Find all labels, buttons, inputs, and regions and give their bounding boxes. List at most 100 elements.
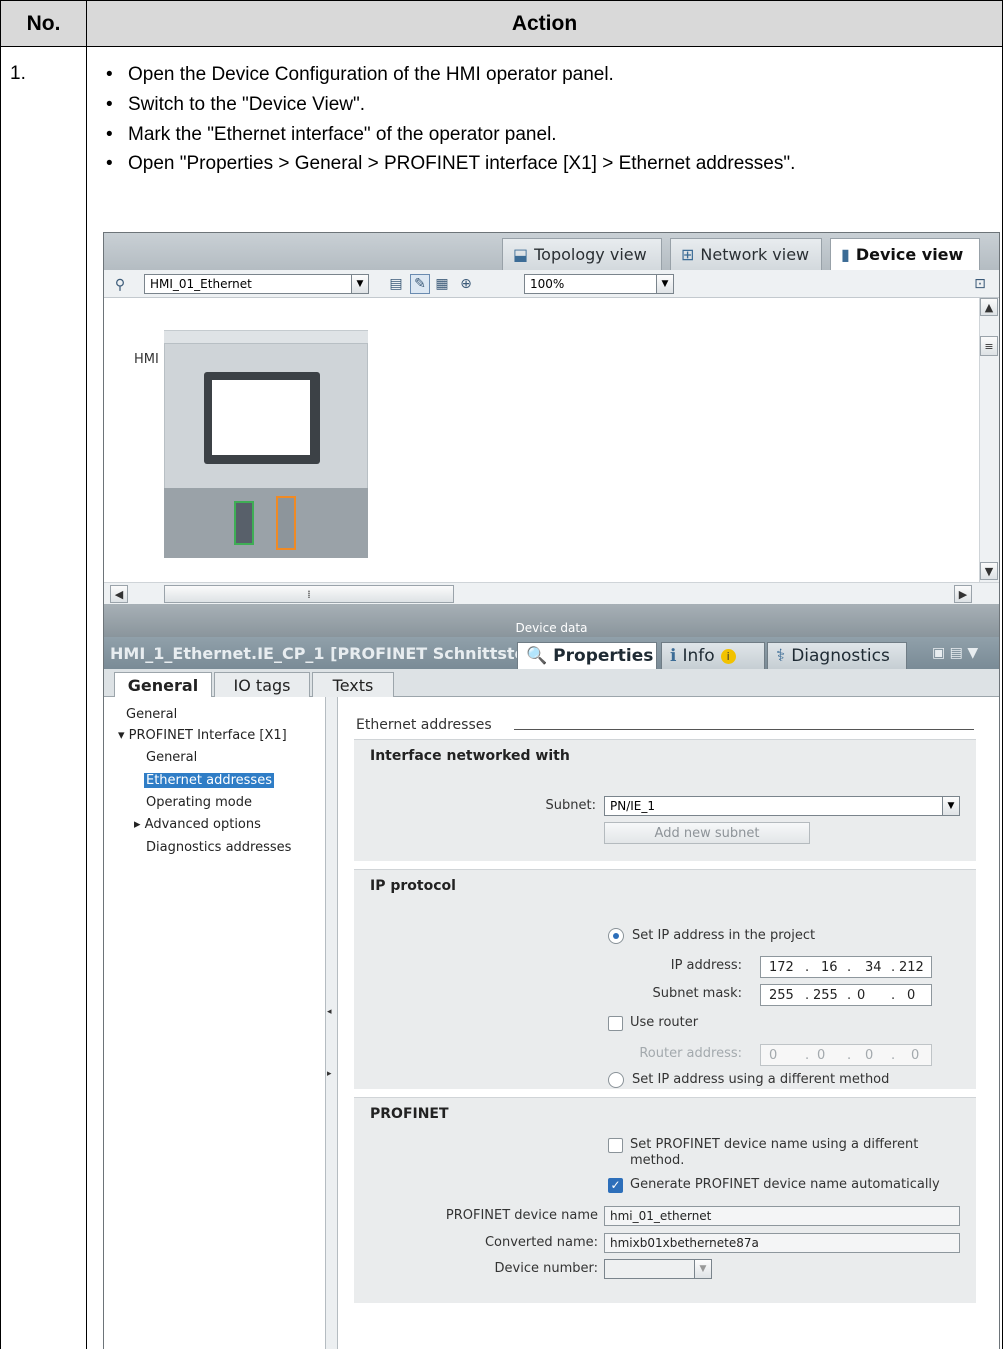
section-ip-protocol: IP protocol Set IP address in the projec… [354,869,976,1089]
device-number-label: Device number: [494,1261,598,1276]
device-name-field[interactable]: hmi_01_ethernet [604,1206,960,1226]
device-data-label: Device data [515,621,588,635]
ethernet-interface-selected[interactable] [276,496,296,550]
scroll-left-icon[interactable]: ◀ [110,585,128,603]
nav-item-diagnostics-addresses[interactable]: Diagnostics addresses [146,840,291,855]
chevron-down-icon: ▼ [656,274,674,294]
ip-octet-3: 34 [865,960,882,975]
tab-network-view[interactable]: ⊞ Network view [670,238,822,270]
name-different-method-checkbox[interactable] [608,1138,623,1153]
ip-address-label: IP address: [670,958,742,973]
scroll-right-icon[interactable]: ▶ [954,585,972,603]
show-overview-icon[interactable]: ⊡ [970,274,990,294]
section-profinet-title: PROFINET [370,1106,449,1122]
ip-octet-2: 16 [821,960,838,975]
zoom-icon[interactable]: ⊕ [456,274,476,294]
bullet-4-text: Open "Properties > General > PROFINET in… [128,153,796,174]
converted-name-value: hmixb01xbethernete87a [610,1236,759,1250]
chevron-down-icon: ▼ [351,274,369,294]
radio-ip-in-project[interactable] [608,928,624,944]
subtab-texts[interactable]: Texts [312,672,394,697]
device-select-dropdown[interactable]: HMI_01_Ethernet ▼ [144,274,369,294]
device-overview-icon[interactable]: ⚲ [110,275,130,295]
tab-device-view[interactable]: ▮ Device view [830,238,980,270]
canvas-device-label: HMI [134,352,159,367]
nav-item-operating-mode[interactable]: Operating mode [146,795,252,810]
step-number: 1. [10,63,26,84]
ip-different-method-label: Set IP address using a different method [632,1072,890,1087]
window-controls-icon[interactable]: ▣ ▤ ▼ [932,645,978,661]
expanded-triangle-icon: ▾ [118,728,125,743]
subtab-general[interactable]: General [114,672,212,698]
properties-nav-tree: General ▾ PROFINET Interface [X1] Genera… [104,697,326,1349]
radio-ip-different-method[interactable] [608,1072,624,1088]
tab-diagnostics-label: Diagnostics [791,646,890,666]
nav-advanced-label: Advanced options [144,817,261,832]
subnet-dropdown[interactable]: PN/IE_1 ▼ [604,796,960,816]
tab-info[interactable]: ℹ Info i [661,642,765,669]
converted-name-field: hmixb01xbethernete87a [604,1233,960,1253]
device-data-bar[interactable]: Device data [104,604,999,637]
add-subnet-label: Add new subnet [654,825,760,841]
collapsed-triangle-icon: ▸ [134,817,141,832]
device-toolbar: ⚲ HMI_01_Ethernet ▼ ▤ ✎ ▦ ⊕ 100% ▼ ⊡ [104,270,999,298]
subnet-mask-field[interactable]: 255. 255. 0. 0 [760,984,932,1006]
chevron-down-icon: ▼ [694,1259,712,1279]
diagnostics-icon: ⚕ [776,646,786,666]
router-octet-4: 0 [911,1048,920,1063]
vertical-scrollbar[interactable]: ▲ ≡ ▼ [979,298,999,582]
tab-topology-view[interactable]: ⬓ Topology view [502,238,662,270]
info-list-icon: ℹ [670,646,677,666]
router-dot: . [891,1048,896,1063]
inspector-title-bar: HMI_1_Ethernet.IE_CP_1 [PROFINET Schnitt… [104,637,999,669]
device-icon: ▮ [841,245,850,264]
fit-width-icon[interactable]: ▤ [386,274,406,294]
properties-subtabs: General IO tags Texts [104,669,999,698]
nav-item-profinet-interface[interactable]: ▾ PROFINET Interface [X1] [118,728,287,743]
subtab-general-label: General [127,676,199,695]
edit-mode-icon[interactable]: ✎ [410,274,430,294]
collapse-left-icon[interactable]: ◂ [327,1007,332,1017]
add-new-subnet-button[interactable]: Add new subnet [604,822,810,844]
generate-name-checkbox[interactable]: ✓ [608,1178,623,1193]
use-router-checkbox[interactable] [608,1016,623,1031]
header-action-label: Action [511,11,578,35]
header-no-label: No. [26,11,61,35]
horizontal-scrollbar[interactable]: ◀ ⁞ ▶ [104,582,999,604]
nav-item-ethernet-addresses[interactable]: Ethernet addresses [144,773,274,788]
router-address-field: 0. 0. 0. 0 [760,1044,932,1066]
bullet-1: • Open the Device Configuration of the HM… [106,64,614,85]
chevron-down-icon: ▼ [942,796,960,816]
scroll-down-icon[interactable]: ▼ [980,562,998,580]
tab-diagnostics[interactable]: ⚕ Diagnostics [767,642,907,669]
scroll-thumb[interactable]: ≡ [980,336,998,356]
expand-right-icon[interactable]: ▸ [327,1069,332,1079]
ethernet-port-icon[interactable] [234,501,254,545]
device-name-value: hmi_01_ethernet [610,1209,712,1223]
scroll-up-icon[interactable]: ▲ [980,298,998,316]
zoom-value: 100% [530,277,565,291]
bullet-2: • Switch to the "Device View". [106,94,366,115]
mask-octet-1: 255 [769,988,794,1003]
table-cell-no [0,46,87,1349]
ip-dot: . [847,960,852,975]
router-address-label: Router address: [639,1046,742,1061]
tab-topology-label: Topology view [534,245,647,264]
table-header-no: No. [0,0,87,47]
ip-address-field[interactable]: 172. 16. 34. 212 [760,956,932,978]
tab-properties[interactable]: 🔍 Properties [517,642,657,669]
device-canvas[interactable]: HMI [104,298,979,582]
hmi-screen [212,380,310,455]
zoom-dropdown[interactable]: 100% ▼ [524,274,674,294]
nav-item-general[interactable]: General [126,707,177,722]
section-ip-title: IP protocol [370,878,456,894]
nav-splitter[interactable]: ◂ ▸ [326,697,338,1349]
network-icon: ⊞ [681,245,695,264]
device-number-dropdown[interactable]: ▼ [604,1259,712,1279]
nav-item-sub-general[interactable]: General [146,750,197,765]
scroll-thumb-h[interactable]: ⁞ [164,585,454,603]
section-networked-title: Interface networked with [370,748,570,764]
subtab-io-tags[interactable]: IO tags [214,672,310,697]
grid-icon[interactable]: ▦ [432,274,452,294]
nav-item-advanced-options[interactable]: ▸ Advanced options [134,817,261,832]
